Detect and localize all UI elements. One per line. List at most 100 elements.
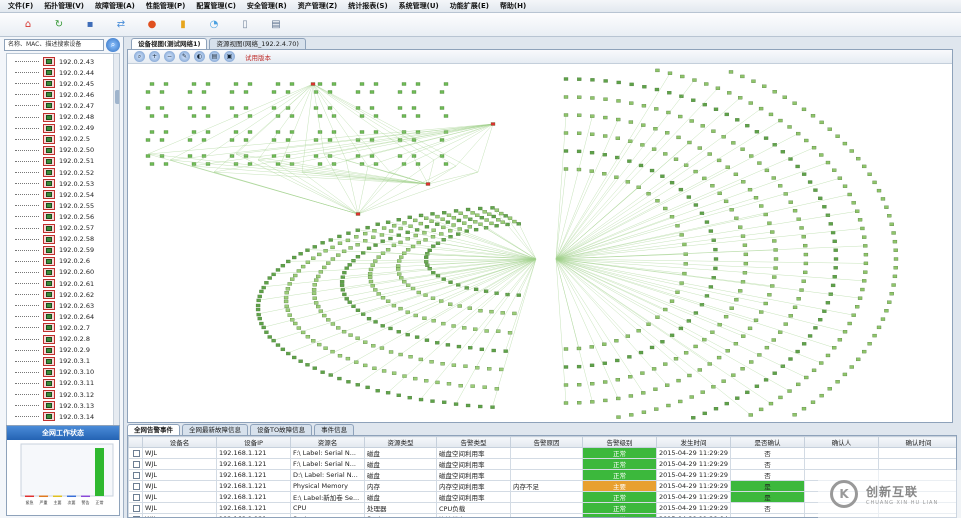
device-node-icon[interactable] — [590, 78, 595, 82]
device-node-icon[interactable] — [411, 106, 417, 110]
device-node-icon[interactable] — [503, 214, 508, 218]
device-node-icon[interactable] — [713, 247, 718, 252]
tree-item[interactable]: 192.0.2.5 — [7, 134, 111, 145]
device-node-icon[interactable] — [429, 219, 434, 223]
device-node-icon[interactable] — [742, 243, 748, 247]
device-node-icon[interactable] — [336, 326, 341, 330]
view-tab-1[interactable]: 资源视图(网络_192.2.4.70) — [209, 38, 306, 49]
device-node-icon[interactable] — [418, 221, 424, 226]
device-node-icon[interactable] — [876, 325, 882, 330]
device-node-icon[interactable] — [327, 106, 333, 110]
device-node-icon[interactable] — [187, 106, 193, 110]
device-node-icon[interactable] — [290, 277, 295, 281]
search-input[interactable]: 名称、MAC、描述搜索设备 — [4, 39, 104, 51]
device-node-icon[interactable] — [614, 175, 619, 179]
device-node-icon[interactable] — [811, 368, 817, 373]
device-node-icon[interactable] — [782, 95, 787, 99]
device-node-icon[interactable] — [424, 225, 430, 229]
device-node-icon[interactable] — [271, 106, 277, 110]
device-node-icon[interactable] — [700, 124, 705, 128]
device-node-icon[interactable] — [818, 317, 823, 322]
tree-item[interactable]: 192.0.2.64 — [7, 311, 111, 322]
device-node-icon[interactable] — [388, 229, 394, 233]
tree-item[interactable]: 192.0.2.51 — [7, 156, 111, 167]
device-node-icon[interactable] — [892, 274, 898, 279]
device-node-icon[interactable] — [693, 203, 699, 207]
device-node-icon[interactable] — [893, 257, 899, 261]
device-node-icon[interactable] — [465, 207, 471, 212]
device-node-icon[interactable] — [638, 350, 644, 355]
device-node-icon[interactable] — [316, 274, 321, 279]
device-node-icon[interactable] — [795, 164, 800, 169]
menu-item-0[interactable]: 文件(F) — [8, 1, 33, 11]
device-node-icon[interactable] — [827, 127, 832, 131]
checkbox[interactable] — [133, 482, 140, 490]
device-node-icon[interactable] — [330, 349, 335, 354]
device-node-icon[interactable] — [145, 90, 151, 94]
device-node-icon[interactable] — [740, 367, 745, 371]
device-node-icon[interactable] — [512, 311, 517, 316]
device-node-icon[interactable] — [819, 361, 824, 365]
alarm-tab-2[interactable]: 设备TO故障信息 — [250, 424, 313, 435]
device-node-icon[interactable] — [825, 213, 831, 217]
zoom-out-icon[interactable]: − — [164, 51, 175, 62]
device-node-icon[interactable] — [397, 90, 403, 94]
device-node-icon[interactable] — [372, 366, 377, 371]
device-node-icon[interactable] — [499, 211, 504, 216]
device-node-icon[interactable] — [735, 396, 740, 400]
device-node-icon[interactable] — [312, 245, 317, 249]
device-node-icon[interactable] — [697, 368, 703, 372]
device-node-icon[interactable] — [804, 375, 809, 380]
device-node-icon[interactable] — [863, 252, 869, 257]
device-node-icon[interactable] — [863, 244, 868, 248]
device-node-icon[interactable] — [801, 172, 807, 176]
device-node-icon[interactable] — [149, 82, 155, 86]
device-node-icon[interactable] — [380, 251, 386, 255]
device-node-icon[interactable] — [305, 248, 310, 252]
device-node-icon[interactable] — [348, 246, 353, 250]
edit-icon[interactable]: ✎ — [179, 51, 190, 62]
device-node-icon[interactable] — [748, 101, 753, 105]
device-node-icon[interactable] — [653, 387, 658, 391]
device-node-icon[interactable] — [563, 347, 569, 351]
device-node-icon[interactable] — [675, 290, 680, 294]
device-node-icon[interactable] — [833, 257, 839, 261]
column-header[interactable]: 告警类型 — [436, 436, 511, 448]
device-node-icon[interactable] — [807, 334, 813, 338]
device-node-icon[interactable] — [819, 153, 824, 157]
device-node-icon[interactable] — [381, 369, 387, 373]
device-node-icon[interactable] — [590, 400, 595, 404]
device-node-icon[interactable] — [243, 90, 249, 94]
device-node-icon[interactable] — [205, 114, 211, 118]
device-node-icon[interactable] — [676, 135, 681, 140]
device-node-icon[interactable] — [702, 337, 707, 342]
device-node-icon[interactable] — [280, 347, 286, 352]
device-node-icon[interactable] — [683, 262, 688, 266]
device-node-icon[interactable] — [322, 313, 327, 318]
device-node-icon[interactable] — [721, 379, 726, 383]
device-node-icon[interactable] — [679, 233, 684, 237]
tree-item[interactable]: 192.0.2.6 — [7, 256, 111, 267]
device-node-icon[interactable] — [145, 138, 151, 142]
device-node-icon[interactable] — [479, 215, 485, 220]
device-node-icon[interactable] — [625, 334, 631, 338]
device-node-icon[interactable] — [590, 96, 595, 100]
device-node-icon[interactable] — [287, 313, 292, 317]
device-node-icon[interactable] — [418, 357, 424, 362]
device-node-icon[interactable] — [691, 98, 696, 102]
device-node-icon[interactable] — [418, 397, 424, 402]
tree-item[interactable]: 192.0.2.43 — [7, 56, 111, 67]
device-node-icon[interactable] — [589, 345, 594, 349]
device-node-icon[interactable] — [355, 308, 361, 312]
device-node-icon[interactable] — [463, 215, 468, 219]
device-node-icon[interactable] — [702, 411, 707, 416]
device-node-icon[interactable] — [310, 82, 316, 86]
device-node-icon[interactable] — [822, 205, 827, 209]
device-node-icon[interactable] — [667, 71, 673, 75]
device-node-icon[interactable] — [439, 106, 445, 110]
device-node-icon[interactable] — [187, 138, 193, 142]
device-node-icon[interactable] — [145, 154, 151, 158]
device-node-icon[interactable] — [614, 339, 619, 343]
device-node-icon[interactable] — [772, 90, 777, 94]
device-node-icon[interactable] — [205, 130, 211, 134]
